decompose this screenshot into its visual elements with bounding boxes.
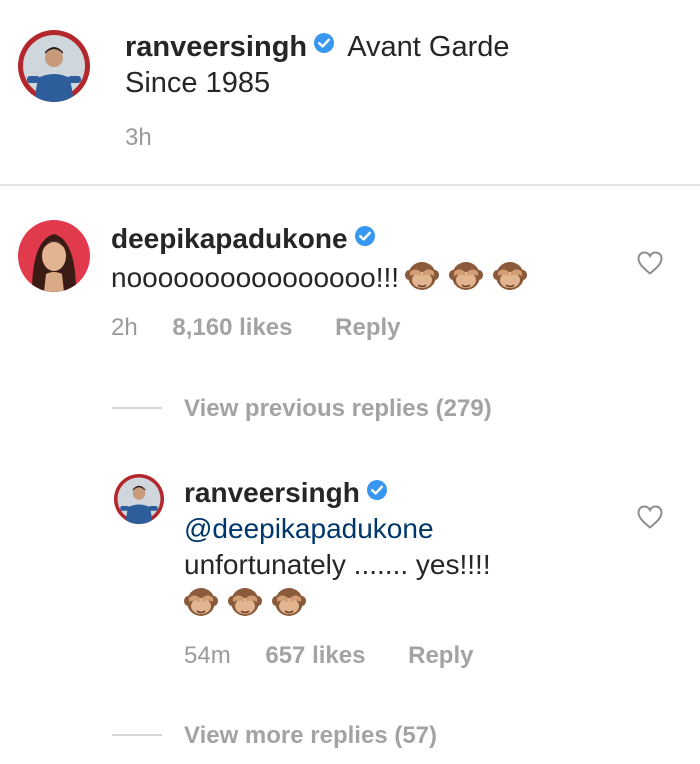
- see-no-evil-monkey-emoji: [184, 584, 218, 623]
- thread-line: [112, 407, 162, 409]
- reply-username[interactable]: ranveersingh: [184, 477, 360, 508]
- verified-badge-icon: [313, 28, 335, 63]
- caption-text-line2: Since 1985: [125, 67, 271, 99]
- see-no-evil-monkey-emoji: [272, 584, 306, 623]
- see-no-evil-monkey-emoji: [228, 584, 262, 623]
- ranveersingh-avatar[interactable]: [18, 30, 90, 102]
- section-divider: [0, 184, 700, 186]
- see-no-evil-monkey-emoji: [449, 258, 484, 301]
- comment-username[interactable]: deepikapadukone: [111, 223, 348, 254]
- verified-badge-icon: [354, 221, 376, 255]
- reply-like-heart-icon[interactable]: [636, 504, 664, 535]
- thread-line: [112, 734, 162, 736]
- caption-username[interactable]: ranveersingh: [125, 31, 307, 63]
- see-no-evil-monkey-emoji: [405, 258, 440, 301]
- comment-like-heart-icon[interactable]: [636, 250, 664, 281]
- reply-reply-button[interactable]: Reply: [408, 642, 473, 669]
- comment-text: noooooooooooooooo!!!: [111, 261, 400, 293]
- ranveersingh-reply-avatar[interactable]: [114, 474, 164, 524]
- see-no-evil-monkey-emoji: [493, 258, 528, 301]
- reply-mention-link[interactable]: @deepikapadukone: [184, 512, 434, 546]
- verified-badge-icon: [366, 475, 388, 509]
- view-previous-replies-button[interactable]: View previous replies (279): [184, 395, 492, 423]
- view-more-replies-button[interactable]: View more replies (57): [184, 722, 437, 750]
- comment-timestamp: 2h: [111, 314, 138, 341]
- reply-timestamp: 54m: [184, 642, 231, 669]
- reply-likes-count[interactable]: 657 likes: [265, 642, 365, 669]
- reply-text: unfortunately ....... yes!!!!: [184, 549, 491, 580]
- deepikapadukone-avatar[interactable]: [18, 220, 90, 292]
- caption-timestamp: 3h: [125, 124, 152, 151]
- comment-likes-count[interactable]: 8,160 likes: [172, 314, 292, 341]
- caption-text-line1: Avant Garde: [347, 31, 510, 63]
- comment-reply-button[interactable]: Reply: [335, 314, 400, 341]
